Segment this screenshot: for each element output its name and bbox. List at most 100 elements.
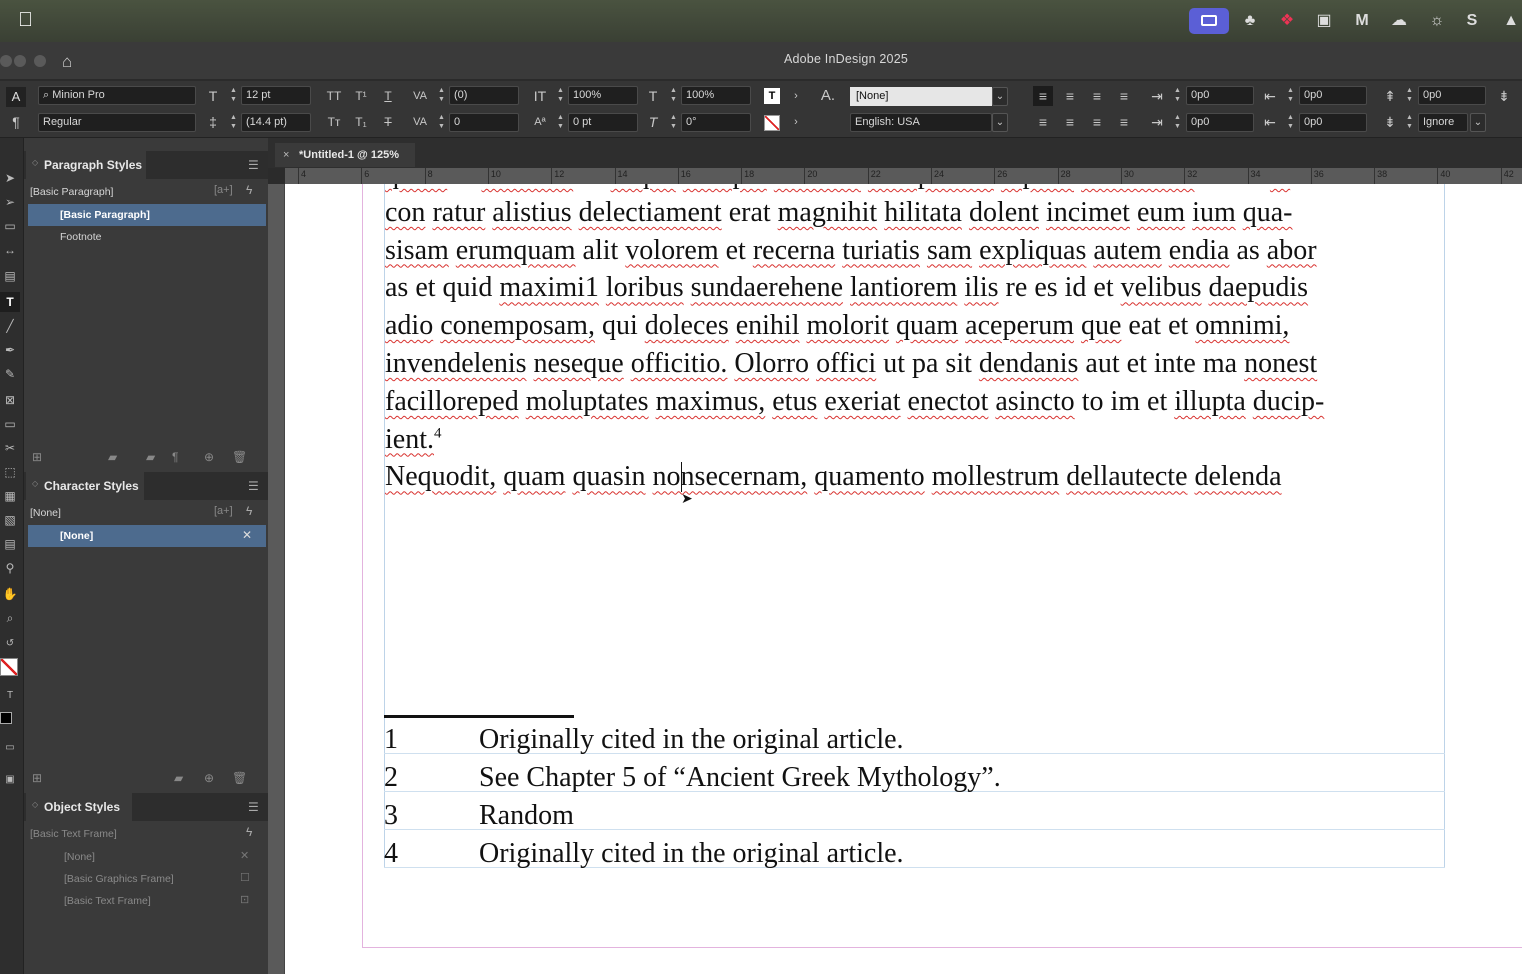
gap-tool-icon[interactable]: ↔ <box>0 240 20 260</box>
chevron-right-icon[interactable]: › <box>786 86 806 106</box>
rectangle-tool-icon[interactable]: ▭ <box>0 414 20 434</box>
lightning-icon[interactable]: ϟ <box>246 183 252 197</box>
teams-icon[interactable]: ♣ <box>1239 10 1261 32</box>
selection-tool-icon[interactable]: ➤ <box>0 168 20 188</box>
document-canvas[interactable]: quam et lamstior as eaque volupta temnia… <box>285 184 1522 974</box>
skew-field[interactable]: 0° <box>681 113 751 132</box>
space-before-field[interactable]: 0p0 <box>1418 86 1486 105</box>
baseline-stepper[interactable]: ▲ ▼ <box>555 113 566 132</box>
fill-stroke-swatch-icon[interactable] <box>0 658 18 676</box>
align-grid-stepper[interactable]: ▲ ▼ <box>1404 113 1415 132</box>
space-before-stepper[interactable]: ▲ ▼ <box>1404 86 1415 105</box>
lightning-icon[interactable]: ϟ <box>246 825 252 839</box>
cloud-icon[interactable]: ☁ <box>1388 10 1410 32</box>
left-indent-field[interactable]: 0p0 <box>1186 86 1254 105</box>
language-dropdown[interactable]: ⌄ <box>992 113 1008 132</box>
chevron-right-icon-2[interactable]: › <box>786 112 806 132</box>
right-indent-field[interactable]: 0p0 <box>1299 86 1367 105</box>
clear-overrides-icon[interactable]: ¶ <box>172 450 178 472</box>
paragraph-style-item[interactable]: [Basic Paragraph] <box>28 204 266 226</box>
new-style-icon[interactable]: ⊕ <box>204 450 214 472</box>
line-tool-icon[interactable]: ╱ <box>0 316 20 336</box>
new-style-override-icon[interactable]: [a+] <box>214 505 233 517</box>
collapse-chevron-icon[interactable]: ◇ <box>32 479 38 488</box>
last-line-indent-field[interactable]: 0p0 <box>1299 113 1367 132</box>
align-towards-spine-button[interactable]: ≡ <box>1114 86 1134 106</box>
left-indent-stepper[interactable]: ▲ ▼ <box>1172 86 1183 105</box>
free-transform-tool-icon[interactable]: ⬚ <box>0 462 20 482</box>
close-tab-icon[interactable]: × <box>283 143 289 167</box>
skew-stepper[interactable]: ▲ ▼ <box>668 113 679 132</box>
type-tool-icon[interactable]: T <box>0 292 20 312</box>
lightning-icon[interactable]: ϟ <box>246 504 252 518</box>
page-tool-icon[interactable]: ▭ <box>0 216 20 236</box>
first-indent-stepper[interactable]: ▲ ▼ <box>1172 113 1183 132</box>
rectangle-frame-tool-icon[interactable]: ⊠ <box>0 390 20 410</box>
collapse-chevron-icon[interactable]: ◇ <box>32 158 38 167</box>
eyedropper-tool-icon[interactable]: ⚲ <box>0 558 20 578</box>
font-style-field[interactable]: Regular <box>38 113 196 132</box>
delete-style-icon[interactable]: 🗑 <box>232 771 247 793</box>
tracking-field[interactable]: 0 <box>449 113 519 132</box>
paragraph-styles-tab[interactable]: Paragraph Styles <box>26 151 146 179</box>
underline-button[interactable]: T <box>378 86 398 106</box>
font-size-field[interactable]: 12 pt <box>241 86 311 105</box>
content-collector-icon[interactable]: ▤ <box>0 266 20 286</box>
paragraph-style-item[interactable]: Footnote <box>28 226 266 248</box>
character-mode-icon[interactable]: A <box>6 87 26 107</box>
swap-fill-stroke-icon[interactable]: ↺ <box>0 634 20 654</box>
formatting-text-icon[interactable]: T <box>0 686 20 706</box>
align-grid-field[interactable]: Ignore <box>1418 113 1468 132</box>
gradient-feather-tool-icon[interactable]: ▧ <box>0 510 20 530</box>
pencil-tool-icon[interactable]: ✎ <box>0 364 20 384</box>
dropbox-icon[interactable]: ❖ <box>1276 10 1298 32</box>
outlook-icon[interactable]: ▣ <box>1313 10 1335 32</box>
skype-icon[interactable]: S <box>1461 10 1483 32</box>
all-caps-button[interactable]: TT <box>324 86 344 106</box>
view-mode-icon[interactable]: ▭ <box>0 738 20 758</box>
scissors-tool-icon[interactable]: ✂ <box>0 438 20 458</box>
apple-icon[interactable]:  <box>18 9 33 32</box>
justify-center-button[interactable]: ≡ <box>1060 112 1080 132</box>
baseline-shift-field[interactable]: 0 pt <box>568 113 638 132</box>
character-style-item[interactable]: [None] <box>28 525 266 547</box>
folder-icon[interactable]: ▰ <box>146 450 155 472</box>
justify-left-button[interactable]: ≡ <box>1033 112 1053 132</box>
horizontal-scale-field[interactable]: 100% <box>681 86 751 105</box>
zoom-tool-icon[interactable]: ⌕ <box>0 608 20 628</box>
kerning-field[interactable]: (0) <box>449 86 519 105</box>
maps-icon[interactable]: M <box>1351 10 1373 32</box>
justify-right-button[interactable]: ≡ <box>1087 112 1107 132</box>
gradient-tool-icon[interactable]: ▦ <box>0 486 20 506</box>
small-caps-button[interactable]: Tт <box>324 112 344 132</box>
document-tab[interactable]: × *Untitled-1 @ 125% <box>275 143 415 167</box>
collapse-chevron-icon[interactable]: ◇ <box>32 800 38 809</box>
fill-text-icon[interactable]: T <box>764 88 780 104</box>
load-styles-icon[interactable]: ⊞ <box>32 771 42 793</box>
strikethrough-button[interactable]: T <box>378 112 398 132</box>
folder-icon[interactable]: ▰ <box>174 771 183 793</box>
object-style-item[interactable]: [None] <box>28 846 266 868</box>
superscript-button[interactable]: T¹ <box>351 86 371 106</box>
align-right-button[interactable]: ≡ <box>1087 86 1107 106</box>
load-styles-icon[interactable]: ⊞ <box>32 450 42 472</box>
character-style-dropdown[interactable]: ⌄ <box>992 87 1008 106</box>
new-style-override-icon[interactable]: [a+] <box>214 184 233 196</box>
panel-menu-icon[interactable]: ☰ <box>248 479 259 493</box>
screen-mode-icon[interactable]: ▣ <box>0 770 20 790</box>
hand-tool-icon[interactable]: ✋ <box>0 584 20 604</box>
new-group-icon[interactable]: ▰ <box>108 450 117 472</box>
first-line-indent-field[interactable]: 0p0 <box>1186 113 1254 132</box>
character-style-field[interactable]: [None] <box>850 87 992 106</box>
delete-style-icon[interactable]: 🗑 <box>232 450 247 472</box>
justify-all-button[interactable]: ≡ <box>1114 112 1134 132</box>
note-tool-icon[interactable]: ▤ <box>0 534 20 554</box>
drop-cap-icon[interactable]: ⇟ <box>1494 86 1514 106</box>
drive-icon[interactable]: ▲ <box>1500 10 1522 32</box>
hscale-stepper[interactable]: ▲ ▼ <box>668 86 679 105</box>
font-family-field[interactable]: ⌕ Minion Pro <box>38 86 196 105</box>
object-style-item[interactable]: [Basic Text Frame] <box>28 890 266 912</box>
tracking-stepper[interactable]: ▲ ▼ <box>436 113 447 132</box>
paragraph-mode-icon[interactable]: ¶ <box>6 112 26 132</box>
screen-share-icon[interactable] <box>1189 8 1229 34</box>
